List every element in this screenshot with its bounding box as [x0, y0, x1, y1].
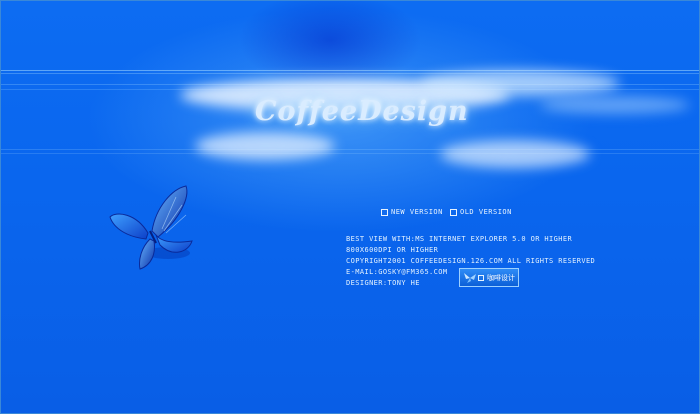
checkbox-icon	[478, 274, 484, 281]
divider-line	[0, 153, 700, 154]
light-streak	[440, 140, 590, 168]
new-version-label: NEW VERSION	[391, 208, 443, 216]
splash-page: CoffeeDesign NEW VERSION OLD VERSION BES…	[0, 0, 700, 414]
light-streak	[540, 96, 690, 114]
old-version-label: OLD VERSION	[460, 208, 512, 216]
divider-line	[0, 149, 700, 150]
page-border	[0, 0, 700, 414]
chinese-version-label: 咖啡设计	[487, 273, 515, 282]
chinese-version-button[interactable]: 咖啡设计	[459, 268, 519, 287]
resolution-text: 800x600dpi or higher	[346, 246, 439, 254]
light-streak	[195, 132, 335, 160]
copyright-text: copyright2001 coffeedesign.126.com all r…	[346, 257, 596, 265]
browser-requirement-text: BEST VIEW WITH:MS INTERNET EXPLORER 5.0 …	[346, 235, 573, 243]
new-version-link[interactable]: NEW VERSION	[381, 208, 443, 216]
site-logo-title: CoffeeDesign	[255, 96, 469, 127]
checkbox-icon	[381, 208, 388, 216]
email-link[interactable]: E-mail:gosky@fm365.com	[346, 268, 448, 276]
checkbox-icon	[450, 208, 457, 216]
old-version-link[interactable]: OLD VERSION	[450, 208, 512, 216]
divider-line	[0, 70, 700, 71]
butterfly-icon	[464, 273, 476, 283]
butterfly-icon	[109, 185, 193, 270]
designer-credit-text: designer:tony he	[346, 279, 420, 287]
light-streak	[420, 70, 620, 96]
